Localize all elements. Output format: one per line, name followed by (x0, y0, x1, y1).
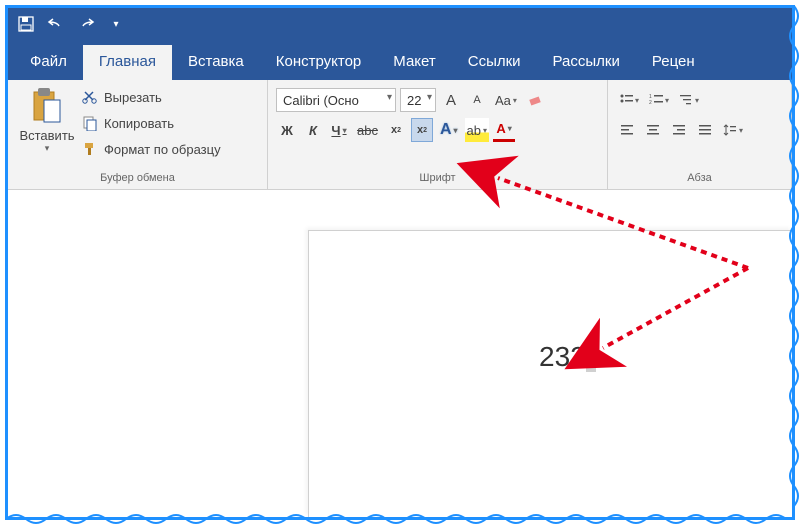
group-paragraph: 12 Абза (608, 80, 792, 189)
strikethrough-button[interactable]: abc (354, 118, 381, 142)
quick-access-toolbar: ▾ (8, 8, 792, 40)
tab-references[interactable]: Ссылки (452, 45, 537, 80)
ribbon: Вставить ▾ Вырезать Копировать Формат по… (8, 80, 792, 190)
tab-file[interactable]: Файл (14, 45, 83, 80)
scissors-icon (82, 89, 98, 105)
tab-mailings[interactable]: Рассылки (537, 45, 636, 80)
shrink-font-button[interactable]: A (466, 88, 488, 112)
paste-button[interactable]: Вставить ▾ (16, 84, 78, 154)
font-color-button[interactable]: A (493, 118, 515, 142)
copy-icon (82, 115, 98, 131)
qat-customize-icon[interactable]: ▾ (106, 14, 126, 34)
save-icon[interactable] (16, 14, 36, 34)
group-font: Calibri (Осно 22 A A Aa Ж К Ч abc x2 x2 (268, 80, 608, 189)
format-painter-label: Формат по образцу (104, 142, 221, 157)
bullets-icon (619, 93, 633, 107)
justify-button[interactable] (694, 118, 716, 142)
highlight-button[interactable]: ab (465, 118, 489, 142)
redo-icon[interactable] (76, 14, 96, 34)
brush-icon (82, 141, 98, 157)
cut-label: Вырезать (104, 90, 162, 105)
align-left-icon (620, 123, 634, 137)
multilevel-list-button[interactable] (676, 88, 702, 112)
tab-home[interactable]: Главная (83, 45, 172, 80)
align-center-button[interactable] (642, 118, 664, 142)
italic-button[interactable]: К (302, 118, 324, 142)
line-spacing-icon (723, 123, 737, 137)
copy-button[interactable]: Копировать (82, 112, 221, 134)
align-center-icon (646, 123, 660, 137)
group-clipboard: Вставить ▾ Вырезать Копировать Формат по… (8, 80, 268, 189)
group-label-font: Шрифт (276, 170, 599, 187)
superscript-button[interactable]: x2 (411, 118, 433, 142)
document-page[interactable]: 232 (308, 230, 792, 517)
text-cursor (586, 341, 596, 372)
document-text[interactable]: 232 (539, 341, 596, 373)
copy-label: Копировать (104, 116, 174, 131)
cut-button[interactable]: Вырезать (82, 86, 221, 108)
tab-review[interactable]: Рецен (636, 45, 711, 80)
font-name-select[interactable]: Calibri (Осно (276, 88, 396, 112)
subscript-button[interactable]: x2 (385, 118, 407, 142)
numbering-icon: 12 (649, 93, 663, 107)
bullets-button[interactable] (616, 88, 642, 112)
line-spacing-button[interactable] (720, 118, 746, 142)
undo-icon[interactable] (46, 14, 66, 34)
chevron-down-icon: ▾ (45, 143, 50, 154)
paste-icon (30, 86, 64, 126)
eraser-icon (527, 92, 543, 108)
align-right-icon (672, 123, 686, 137)
align-right-button[interactable] (668, 118, 690, 142)
font-size-select[interactable]: 22 (400, 88, 436, 112)
tab-insert[interactable]: Вставка (172, 45, 260, 80)
paste-label: Вставить (19, 128, 74, 143)
tab-design[interactable]: Конструктор (260, 45, 378, 80)
underline-button[interactable]: Ч (328, 118, 350, 142)
numbering-button[interactable]: 12 (646, 88, 672, 112)
format-painter-button[interactable]: Формат по образцу (82, 138, 221, 160)
tab-layout[interactable]: Макет (377, 45, 451, 80)
justify-icon (698, 123, 712, 137)
ribbon-tabs: Файл Главная Вставка Конструктор Макет С… (8, 40, 792, 80)
group-label-paragraph: Абза (616, 170, 783, 187)
group-label-clipboard: Буфер обмена (16, 170, 259, 187)
clear-formatting-button[interactable] (524, 88, 546, 112)
align-left-button[interactable] (616, 118, 638, 142)
change-case-button[interactable]: Aa (492, 88, 520, 112)
text-effects-button[interactable]: A (437, 118, 461, 142)
grow-font-button[interactable]: A (440, 88, 462, 112)
svg-text:2: 2 (649, 100, 652, 106)
bold-button[interactable]: Ж (276, 118, 298, 142)
multilevel-icon (679, 93, 693, 107)
document-number: 232 (539, 341, 586, 372)
